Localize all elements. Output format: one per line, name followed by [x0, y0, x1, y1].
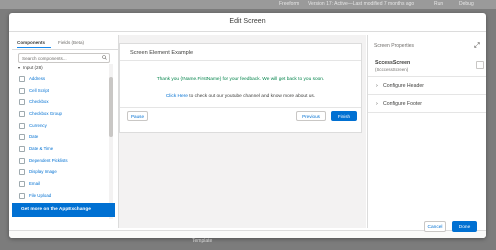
input-group-header[interactable]: ▾ Input (28): [18, 65, 43, 70]
screen-properties-panel: Screen Properties SccessScreen (ScccessS…: [367, 35, 486, 228]
search-icon: [102, 55, 107, 60]
list-item[interactable]: Checkbox Group: [19, 110, 107, 119]
list-item[interactable]: Currency: [19, 122, 107, 131]
list-item[interactable]: Display Image: [19, 168, 107, 177]
list-item[interactable]: Checkbox: [19, 98, 107, 107]
search-input[interactable]: [19, 54, 98, 62]
thank-you-text: Thank you {!Name.FirstName} for your fee…: [156, 77, 325, 82]
run-button[interactable]: Run: [434, 1, 443, 7]
tab-components[interactable]: Components: [17, 40, 45, 45]
image-icon: [19, 169, 25, 175]
list-item[interactable]: Date & Time: [19, 145, 107, 154]
expand-icon[interactable]: [474, 42, 480, 48]
list-item[interactable]: Date: [19, 133, 107, 142]
screen-preview-card[interactable]: Screen Element Example Thank you {!Name.…: [119, 43, 362, 133]
checkbox-icon: [19, 99, 25, 105]
finish-button[interactable]: Finish: [331, 111, 357, 121]
modal-title: Edit Screen: [229, 18, 266, 25]
list-item-label: Cell Script: [29, 88, 50, 93]
list-item-label: File Upload: [29, 193, 52, 198]
list-item-label: Dependent Picklists: [29, 158, 68, 163]
screen-api-name: (ScccessScreen): [375, 67, 409, 72]
cancel-button[interactable]: Cancel: [424, 221, 446, 232]
list-item[interactable]: Cell Script: [19, 87, 107, 96]
list-item-label: Display Image: [29, 169, 57, 174]
screen-label: SccessScreen: [375, 60, 411, 66]
previous-button[interactable]: Previous: [296, 111, 326, 121]
list-item-label: Currency: [29, 123, 47, 128]
address-icon: [19, 76, 25, 82]
youtube-text: Click Here to check out our youtube chan…: [120, 94, 361, 99]
done-button[interactable]: Done: [452, 221, 477, 232]
appexchange-label: Get more on the AppExchange: [21, 207, 91, 212]
email-icon: [19, 181, 25, 187]
list-item-label: Date: [29, 134, 39, 139]
divider: [120, 60, 361, 61]
list-item-label: Address: [29, 76, 46, 81]
datetime-icon: [19, 146, 25, 152]
currency-icon: [19, 123, 25, 129]
divider: [368, 76, 486, 77]
pause-button[interactable]: Pause: [127, 111, 148, 121]
chevron-right-icon: ›: [376, 83, 378, 89]
screen-canvas: Screen Element Example Thank you {!Name.…: [119, 35, 366, 228]
picklist-icon: [19, 158, 25, 164]
list-item-label: Date & Time: [29, 146, 54, 151]
divider: [368, 112, 486, 113]
list-item-label: Email: [29, 181, 40, 186]
chevron-right-icon: ›: [376, 101, 378, 107]
modal-footer: [9, 230, 486, 238]
tab-fields-beta[interactable]: Fields (Beta): [58, 40, 84, 45]
checkbox-group-icon: [19, 111, 25, 117]
list-item[interactable]: Dependent Picklists: [19, 157, 107, 166]
list-item[interactable]: Email: [19, 180, 107, 189]
date-icon: [19, 134, 25, 140]
click-here-link[interactable]: Click Here: [166, 94, 188, 99]
properties-title: Screen Properties: [374, 43, 415, 49]
upload-icon: [19, 193, 25, 199]
flow-version-label: Version 17: Active—Last modified 7 month…: [308, 1, 415, 7]
divider: [120, 107, 361, 108]
configure-header-section[interactable]: › Configure Header: [376, 83, 424, 89]
list-item[interactable]: Address: [19, 75, 107, 84]
components-panel: Components Fields (Beta) ▾Input (28) Add…: [12, 35, 119, 228]
group-label: Input (28): [23, 65, 43, 70]
section-label: Configure Header: [383, 83, 424, 89]
debug-button[interactable]: Debug: [459, 1, 474, 7]
edit-icon[interactable]: [476, 61, 484, 69]
active-tab-indicator: [17, 47, 51, 48]
youtube-text-rest: to check out our youtube channel and kno…: [189, 94, 316, 99]
scrollbar-thumb[interactable]: [109, 77, 113, 137]
script-icon: [19, 88, 25, 94]
edit-screen-modal: Edit Screen Components Fields (Beta) ▾In…: [9, 13, 486, 238]
modal-header: Edit Screen: [9, 13, 486, 32]
search-box: [18, 53, 110, 63]
divider: [368, 94, 486, 95]
background-template-label: Template: [192, 238, 213, 244]
list-item[interactable]: File Upload: [19, 192, 107, 199]
screen-header-title: Screen Element Example: [130, 50, 194, 56]
background-toolbar: [0, 0, 496, 9]
section-label: Configure Footer: [383, 101, 422, 107]
panel-tabs: Components Fields (Beta): [12, 37, 118, 50]
flow-type-label: Freeform: [279, 1, 300, 7]
configure-footer-section[interactable]: › Configure Footer: [376, 101, 422, 107]
appexchange-button[interactable]: Get more on the AppExchange: [12, 203, 115, 217]
list-item-label: Checkbox Group: [29, 111, 62, 116]
list-item-label: Checkbox: [29, 99, 49, 104]
